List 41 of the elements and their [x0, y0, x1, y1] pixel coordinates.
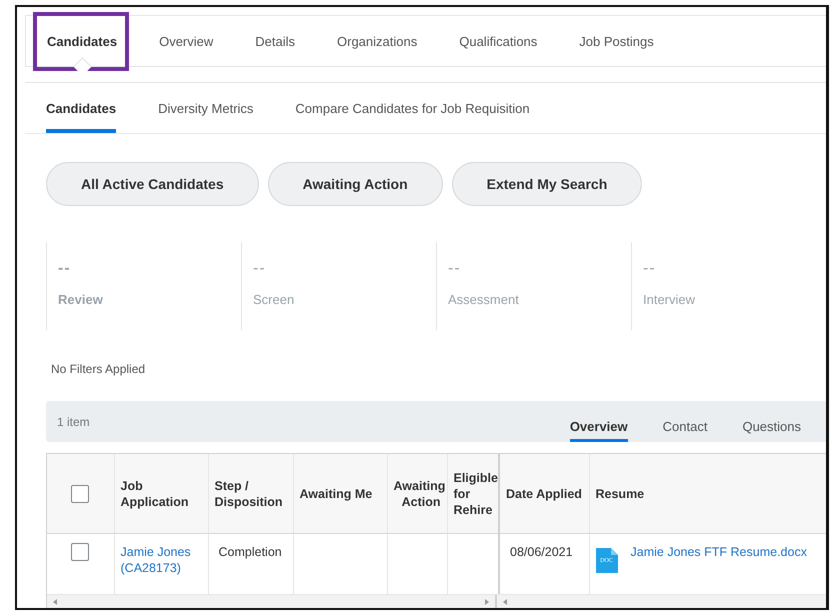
column-header[interactable]: Awaiting Me: [293, 454, 387, 534]
resume-link[interactable]: Jamie Jones FTF Resume.docx: [630, 544, 807, 560]
application-link[interactable]: Jamie Jones (CA28173): [120, 544, 202, 576]
column-header[interactable]: Step / Disposition: [208, 454, 293, 534]
stage-count: --: [448, 260, 461, 278]
filter-button[interactable]: Extend My Search: [452, 162, 642, 206]
row-checkbox[interactable]: [71, 543, 90, 561]
view-tab[interactable]: Overview: [570, 401, 628, 442]
column-header[interactable]: Date Applied: [499, 454, 589, 534]
stage-count: --: [58, 260, 71, 278]
filter-button[interactable]: Awaiting Action: [268, 162, 443, 206]
stage-count: --: [253, 260, 266, 278]
stage-label: Interview: [643, 292, 696, 307]
tab[interactable]: Details: [255, 30, 296, 52]
tab[interactable]: Job Postings: [579, 30, 654, 52]
tab[interactable]: Candidates: [46, 101, 116, 133]
tab[interactable]: Compare Candidates for Job Requisition: [295, 101, 530, 133]
table-cell-text: Completion: [218, 545, 282, 559]
tab[interactable]: Candidates: [47, 30, 118, 52]
stage-label: Screen: [253, 292, 294, 307]
item-count: 1 item: [57, 414, 91, 428]
column-header[interactable]: Awaiting Action: [387, 454, 447, 534]
scroll-right-icon[interactable]: [485, 598, 489, 604]
scroll-left-icon[interactable]: [503, 598, 507, 604]
select-all-checkbox[interactable]: [71, 484, 90, 502]
column-header[interactable]: Job Application: [114, 454, 208, 534]
tab[interactable]: Qualifications: [459, 30, 538, 52]
stage-count: --: [643, 260, 656, 278]
tab[interactable]: Organizations: [337, 30, 418, 52]
column-header[interactable]: Eligible for Rehire: [447, 454, 499, 534]
stage-label: Review: [58, 292, 103, 307]
column-header[interactable]: Resume: [589, 454, 826, 534]
view-tab[interactable]: Contact: [662, 401, 708, 442]
stage-label: Assessment: [448, 292, 519, 307]
filter-status: No Filters Applied: [51, 362, 146, 376]
scroll-left-icon[interactable]: [53, 598, 57, 604]
tab[interactable]: Overview: [159, 30, 214, 52]
table-cell-text: 08/06/2021: [509, 545, 573, 559]
tab[interactable]: Diversity Metrics: [158, 101, 254, 133]
filter-button[interactable]: All Active Candidates: [46, 162, 259, 206]
view-tab[interactable]: Questions: [742, 401, 801, 442]
